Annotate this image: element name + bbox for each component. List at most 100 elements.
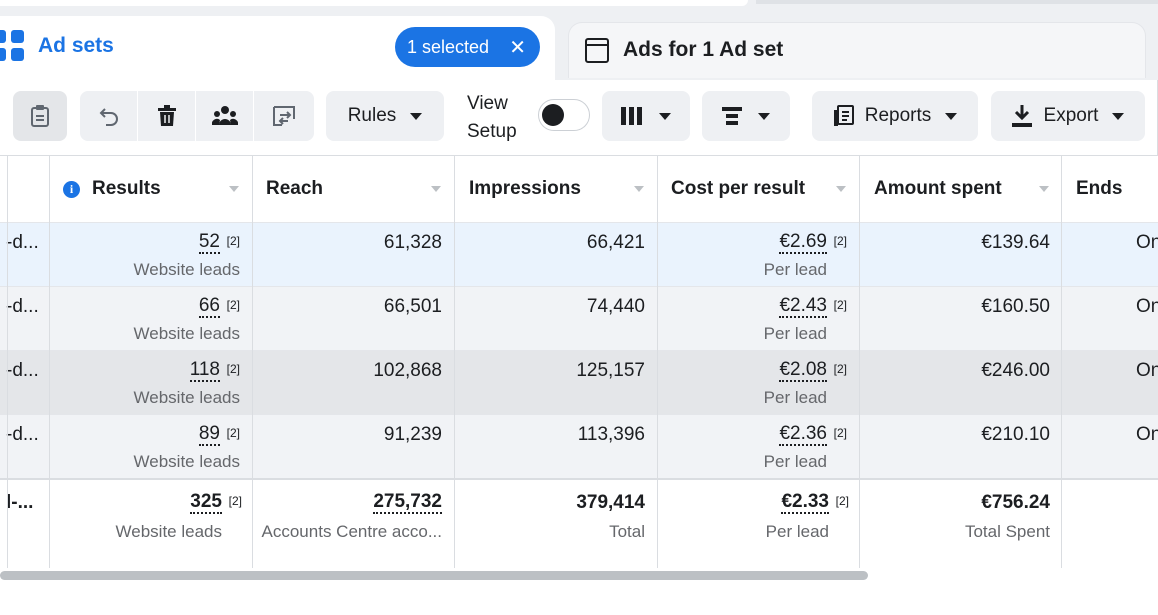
horizontal-scrollbar-thumb[interactable] bbox=[0, 571, 868, 580]
column-divider[interactable] bbox=[49, 156, 50, 568]
cost-per-result-cell: €2.69 [2] Per lead bbox=[657, 223, 859, 287]
impressions-cell: 74,440 bbox=[455, 287, 657, 351]
footnote-marker: [2] bbox=[226, 426, 240, 440]
edit-actions-group bbox=[80, 91, 314, 141]
ad-set-name[interactable]: -d... bbox=[6, 232, 39, 254]
results-value: 118 bbox=[189, 359, 220, 382]
selected-count-pill[interactable]: 1 selected ✕ bbox=[395, 27, 540, 67]
ad-set-name[interactable]: -d... bbox=[6, 424, 39, 446]
total-cost-per-result-unit: Per lead bbox=[765, 522, 829, 541]
column-divider[interactable] bbox=[859, 156, 860, 568]
tab-ad-sets-label[interactable]: Ad sets bbox=[38, 34, 114, 58]
export-dropdown[interactable]: Export bbox=[991, 91, 1145, 141]
clipboard-button[interactable] bbox=[13, 91, 67, 141]
impressions-cell: 66,421 bbox=[455, 223, 657, 287]
chevron-down-icon bbox=[410, 112, 423, 120]
amount-spent-cell: €139.64 bbox=[860, 223, 1062, 287]
ad-frame-icon bbox=[585, 38, 609, 63]
results-value: 89 bbox=[198, 423, 220, 446]
amount-spent-value: €246.00 bbox=[981, 360, 1050, 381]
reports-dropdown[interactable]: Reports bbox=[812, 91, 978, 141]
ad-set-name[interactable]: -d... bbox=[6, 296, 39, 318]
rules-dropdown[interactable]: Rules bbox=[326, 91, 444, 141]
cost-per-result-unit: Per lead bbox=[763, 260, 827, 279]
cost-per-result-unit: Per lead bbox=[763, 388, 827, 407]
sort-caret-icon[interactable] bbox=[836, 186, 846, 192]
breakdown-icon bbox=[722, 107, 742, 125]
trash-icon bbox=[157, 105, 176, 126]
results-value: 52 bbox=[198, 231, 220, 254]
table-row[interactable]: -d... 66 [2] Website leads 66,501 74,440… bbox=[0, 286, 1158, 350]
columns-dropdown[interactable] bbox=[602, 91, 690, 141]
table-row[interactable]: -d... 89 [2] Website leads 91,239 113,39… bbox=[0, 414, 1158, 478]
ad-set-name[interactable]: -d... bbox=[6, 360, 39, 382]
header-impressions[interactable]: Impressions bbox=[469, 156, 655, 222]
chevron-down-icon bbox=[945, 112, 958, 120]
cost-per-result-value: €2.08 bbox=[779, 359, 827, 382]
column-divider[interactable] bbox=[1061, 156, 1062, 568]
cost-per-result-unit: Per lead bbox=[763, 324, 827, 343]
reports-icon bbox=[833, 105, 854, 126]
header-cost-per-result[interactable]: Cost per result bbox=[671, 156, 857, 222]
toggle-knob bbox=[542, 104, 564, 126]
ends-value: On bbox=[1136, 424, 1158, 445]
view-setup-toggle[interactable] bbox=[538, 99, 590, 131]
total-results-cell: 325 [2] Website leads bbox=[50, 480, 252, 570]
impressions-cell: 113,396 bbox=[455, 415, 657, 479]
reach-value: 66,501 bbox=[383, 296, 442, 317]
sort-caret-icon[interactable] bbox=[634, 186, 644, 192]
rules-label: Rules bbox=[347, 105, 397, 126]
tab-ads[interactable]: Ads for 1 Ad set bbox=[568, 22, 1146, 78]
amount-spent-value: €160.50 bbox=[981, 296, 1050, 317]
column-divider bbox=[7, 156, 8, 568]
sort-caret-icon[interactable] bbox=[1039, 186, 1049, 192]
footnote-marker: [2] bbox=[228, 494, 242, 508]
results-cell: 52 [2] Website leads bbox=[50, 223, 252, 287]
undo-button[interactable] bbox=[80, 91, 137, 141]
total-amount-spent-note: Total Spent bbox=[964, 522, 1050, 541]
sort-caret-icon[interactable] bbox=[431, 186, 441, 192]
amount-spent-cell: €210.10 bbox=[860, 415, 1062, 479]
header-reach-label: Reach bbox=[266, 178, 324, 199]
total-results-value: 325 bbox=[190, 491, 222, 514]
table-row[interactable]: -d... 118 [2] Website leads 102,868 125,… bbox=[0, 350, 1158, 414]
total-impressions-value: 379,414 bbox=[576, 492, 645, 513]
footnote-marker: [2] bbox=[833, 298, 847, 312]
reach-cell: 61,328 bbox=[252, 223, 454, 287]
header-reach[interactable]: Reach bbox=[266, 156, 452, 222]
impressions-value: 125,157 bbox=[576, 360, 645, 381]
ab-test-button[interactable] bbox=[254, 91, 314, 141]
chevron-down-icon bbox=[758, 112, 770, 120]
reach-value: 61,328 bbox=[383, 232, 442, 253]
selected-count-label: 1 selected bbox=[407, 36, 490, 57]
results-cell: 89 [2] Website leads bbox=[50, 415, 252, 479]
results-type: Website leads bbox=[133, 452, 240, 471]
reach-cell: 102,868 bbox=[252, 351, 454, 415]
delete-button[interactable] bbox=[138, 91, 195, 141]
column-divider[interactable] bbox=[252, 156, 253, 568]
footnote-marker: [2] bbox=[833, 234, 847, 248]
clear-selection-icon[interactable]: ✕ bbox=[509, 35, 526, 60]
column-divider[interactable] bbox=[657, 156, 658, 568]
total-impressions-cell: 379,414 Total bbox=[455, 480, 657, 570]
column-divider[interactable] bbox=[454, 156, 455, 568]
header-results[interactable]: i Results bbox=[63, 156, 251, 222]
audience-button[interactable] bbox=[196, 91, 253, 141]
header-ends[interactable]: Ends bbox=[1076, 156, 1158, 222]
total-amount-spent-cell: €756.24 Total Spent bbox=[860, 480, 1062, 570]
cost-per-result-value: €2.43 bbox=[779, 295, 827, 318]
impressions-cell: 125,157 bbox=[455, 351, 657, 415]
results-cell: 118 [2] Website leads bbox=[50, 351, 252, 415]
breakdown-dropdown[interactable] bbox=[702, 91, 790, 141]
totals-label: l-... bbox=[6, 492, 34, 513]
columns-icon bbox=[621, 107, 642, 125]
amount-spent-cell: €160.50 bbox=[860, 287, 1062, 351]
header-amount-spent[interactable]: Amount spent bbox=[874, 156, 1060, 222]
sort-caret-icon[interactable] bbox=[229, 186, 239, 192]
reach-cell: 66,501 bbox=[252, 287, 454, 351]
header-impressions-label: Impressions bbox=[469, 178, 581, 199]
table-row[interactable]: -d... 52 [2] Website leads 61,328 66,421… bbox=[0, 222, 1158, 286]
impressions-value: 113,396 bbox=[577, 424, 645, 445]
info-icon[interactable]: i bbox=[63, 180, 80, 198]
cost-per-result-value: €2.69 bbox=[779, 231, 827, 254]
